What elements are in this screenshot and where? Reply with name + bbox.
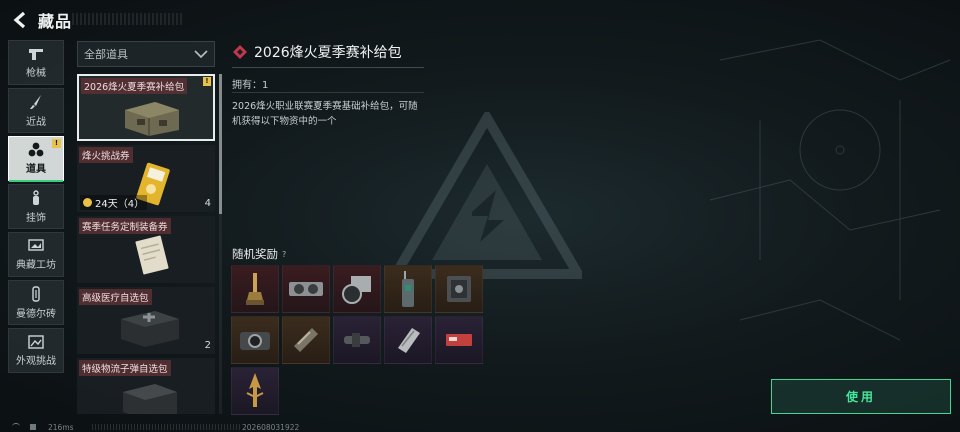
nav-item-appearance-challenge[interactable]: 外观挑战 <box>8 328 64 373</box>
background-tactical-map <box>709 39 951 341</box>
nav-item-guns[interactable]: 枪械 <box>8 40 64 85</box>
item-description: 2026烽火职业联赛夏季赛基础补给包，可随机获得以下物资中的一个 <box>232 101 418 127</box>
item-count: 2 <box>204 340 211 351</box>
nav-item-items[interactable]: ! 道具 <box>8 136 64 182</box>
reward-slot[interactable] <box>231 367 279 415</box>
masked-text <box>92 424 240 430</box>
use-button-label: 使用 <box>845 390 876 404</box>
item-filter-dropdown[interactable]: 全部道具 <box>77 41 215 67</box>
paper-ticket-icon <box>135 235 169 275</box>
medical-case-icon <box>121 311 179 347</box>
chevron-down-icon <box>194 50 208 58</box>
back-arrow-icon <box>13 11 26 29</box>
nav-label: 道具 <box>26 164 46 175</box>
nav-label: 外观挑战 <box>16 355 56 367</box>
item-list: 2026烽火夏季赛补给包 ! 烽火挑战券 24天（4） 4 赛季任务定制装备券 <box>77 74 215 414</box>
rewards-title: 随机奖励 <box>232 247 278 261</box>
reward-slot[interactable] <box>435 265 483 313</box>
knife-icon <box>30 94 41 109</box>
hard-drive-icon <box>398 328 420 353</box>
reward-slot[interactable] <box>435 316 483 364</box>
new-badge: ! <box>52 139 61 148</box>
reward-slot[interactable] <box>384 265 432 313</box>
expiry-timer: 24天（4） <box>80 195 148 210</box>
nav-label: 挂饰 <box>26 212 46 224</box>
appearance-icon <box>28 334 44 349</box>
list-item-challenge-ticket[interactable]: 烽火挑战券 24天（4） 4 <box>77 145 215 212</box>
brick-icon <box>32 285 40 302</box>
trophy-icon <box>246 273 264 305</box>
nav-label: 典藏工坊 <box>16 259 56 271</box>
reward-slot[interactable] <box>333 316 381 364</box>
reward-slot[interactable] <box>384 316 432 364</box>
nav-label: 枪械 <box>26 67 46 79</box>
status-bar: 216ms 202608031922 <box>0 422 960 432</box>
wifi-icon <box>12 423 20 430</box>
charm-icon <box>33 189 39 205</box>
nav-label: 曼德尔砖 <box>16 308 56 320</box>
list-item-ammo-pack[interactable]: 特级物流子弹自选包 <box>77 358 215 414</box>
nav-item-charms[interactable]: 挂饰 <box>8 184 64 229</box>
reward-slot[interactable] <box>333 265 381 313</box>
scope-icon <box>344 333 370 347</box>
rarity-diamond-icon <box>233 45 247 59</box>
rewards-heading: 随机奖励 ? <box>232 246 286 262</box>
detail-header: 2026烽火夏季赛补给包 <box>232 42 402 62</box>
nav-label: 近战 <box>26 116 46 128</box>
category-nav: 枪械 近战 ! 道具 挂饰 典藏工坊 曼德尔砖 外观挑战 <box>8 40 64 376</box>
clock-icon <box>83 198 92 207</box>
reward-slot[interactable] <box>282 316 330 364</box>
arrowhead-icon <box>246 373 264 407</box>
gpu-icon <box>289 282 323 296</box>
radio-icon <box>402 271 414 307</box>
signal-icon <box>30 424 36 430</box>
ammo-case-icon <box>123 384 177 414</box>
item-count: 4 <box>204 198 211 209</box>
owned-count: 拥有：1 <box>232 80 269 91</box>
safe-icon <box>447 276 471 302</box>
use-button[interactable]: 使用 <box>771 379 951 414</box>
list-item-season-equipment-ticket[interactable]: 赛季任务定制装备券 <box>77 216 215 283</box>
list-item-summer-supply-pack[interactable]: 2026烽火夏季赛补给包 ! <box>77 74 215 141</box>
filter-value: 全部道具 <box>84 48 128 61</box>
ping-readout: 216ms <box>48 423 74 432</box>
ammo-box-icon <box>294 328 318 352</box>
help-icon[interactable]: ? <box>282 250 286 259</box>
nav-item-mandel-brick[interactable]: 曼德尔砖 <box>8 280 64 325</box>
reward-slot[interactable] <box>282 265 330 313</box>
delta-logo-watermark <box>392 112 582 279</box>
supply-crate-icon <box>125 102 179 136</box>
detail-title: 2026烽火夏季赛补给包 <box>254 45 402 61</box>
timer-text: 24天（4） <box>95 199 145 210</box>
nav-item-workshop[interactable]: 典藏工坊 <box>8 232 64 277</box>
divider <box>232 67 424 68</box>
compact-camera-icon <box>240 332 270 350</box>
reward-slot[interactable] <box>231 316 279 364</box>
list-item-medical-pack[interactable]: 高级医疗自选包 2 <box>77 287 215 354</box>
title-decoration <box>72 13 182 25</box>
card-icon <box>446 334 472 346</box>
page-title: 藏品 <box>38 12 73 31</box>
divider <box>232 92 424 93</box>
back-button[interactable] <box>8 7 34 33</box>
camera-icon <box>342 276 371 304</box>
list-scroll-thumb[interactable] <box>219 74 222 214</box>
reward-slot[interactable] <box>231 265 279 313</box>
nav-item-melee[interactable]: 近战 <box>8 88 64 133</box>
workshop-icon <box>28 238 44 251</box>
new-badge: ! <box>203 77 211 86</box>
reward-grid <box>231 265 483 415</box>
pistol-icon <box>29 48 43 60</box>
items-icon <box>28 142 44 157</box>
uid-readout: 202608031922 <box>242 423 300 432</box>
